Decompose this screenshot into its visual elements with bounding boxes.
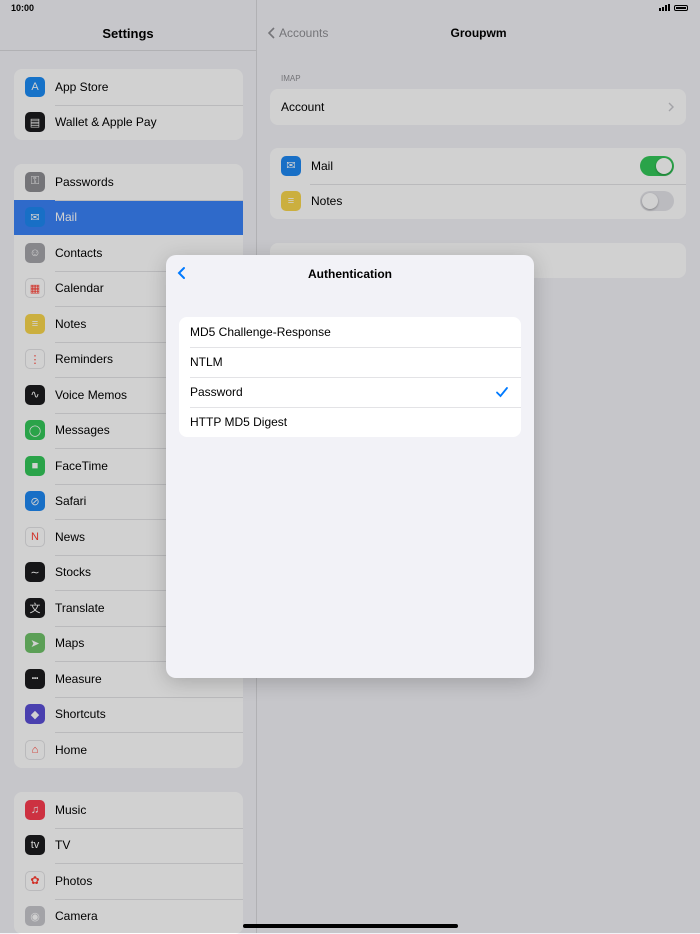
auth-option-label: HTTP MD5 Digest xyxy=(190,415,287,429)
auth-option-label: MD5 Challenge-Response xyxy=(190,325,331,339)
status-icons xyxy=(659,4,688,11)
battery-icon xyxy=(674,5,688,11)
modal-title: Authentication xyxy=(166,267,534,281)
authentication-modal: Authentication MD5 Challenge-Response NTL… xyxy=(166,255,534,678)
authentication-options: MD5 Challenge-Response NTLM Password HTTP M… xyxy=(179,317,521,437)
auth-option-md5-challenge-response[interactable]: MD5 Challenge-Response xyxy=(179,317,521,347)
auth-option-label: NTLM xyxy=(190,355,223,369)
auth-option-password[interactable]: Password xyxy=(179,377,521,407)
signal-icon xyxy=(659,4,670,11)
status-time: 10:00 xyxy=(11,3,34,13)
auth-option-ntlm[interactable]: NTLM xyxy=(179,347,521,377)
status-bar: 10:00 xyxy=(0,0,700,16)
checkmark-icon xyxy=(495,385,509,399)
auth-option-label: Password xyxy=(190,385,243,399)
home-indicator[interactable] xyxy=(243,924,458,928)
auth-option-http-md5-digest[interactable]: HTTP MD5 Digest xyxy=(179,407,521,437)
